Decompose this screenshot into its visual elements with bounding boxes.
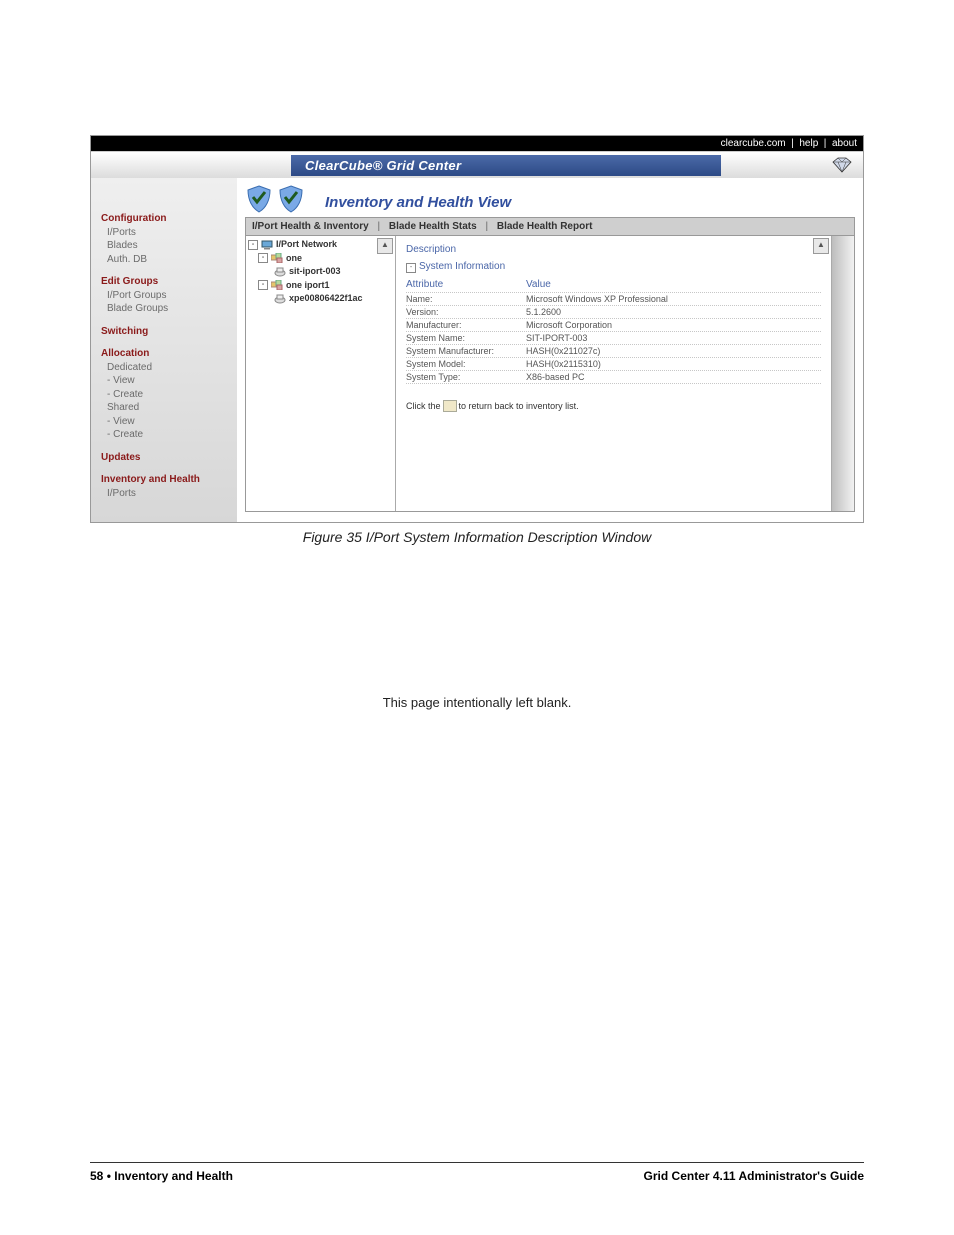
tree-node-xpe[interactable]: xpe00806422f1ac xyxy=(248,292,393,306)
link-help[interactable]: help xyxy=(799,138,818,149)
tree-label: sit-iport-003 xyxy=(289,265,341,279)
attr-cell: System Name: xyxy=(406,333,526,343)
brand-title: ClearCube® Grid Center xyxy=(291,155,721,176)
page-footer: 58 • Inventory and Health Grid Center 4.… xyxy=(90,1162,864,1183)
shield-check-icon xyxy=(277,184,305,214)
attr-cell: Version: xyxy=(406,307,526,317)
nav-item-dedicated[interactable]: Dedicated xyxy=(101,361,231,375)
tree-label: xpe00806422f1ac xyxy=(289,292,363,306)
nav-head-editgroups[interactable]: Edit Groups xyxy=(101,275,231,289)
expander-icon[interactable]: - xyxy=(248,240,258,250)
expander-icon[interactable]: - xyxy=(258,280,268,290)
tab-blade-stats[interactable]: Blade Health Stats xyxy=(389,221,477,232)
attr-cell: Name: xyxy=(406,294,526,304)
val-cell: X86-based PC xyxy=(526,372,821,382)
app-frame: clearcube.com | help | about ClearCube® … xyxy=(90,135,864,523)
tab-separator: | xyxy=(479,221,494,232)
tree-panel: ▲ - I/Port Network - one xyxy=(246,236,396,511)
val-cell: HASH(0x211027c) xyxy=(526,346,821,356)
link-clearcube[interactable]: clearcube.com xyxy=(721,138,786,149)
nav-item-iports[interactable]: I/Ports xyxy=(101,226,231,240)
nav-item-iportgroups[interactable]: I/Port Groups xyxy=(101,289,231,303)
device-icon xyxy=(274,294,286,304)
view-title: Inventory and Health View xyxy=(325,194,855,211)
scroll-up-button[interactable]: ▲ xyxy=(813,238,829,254)
attr-cell: System Model: xyxy=(406,359,526,369)
detail-title: Description xyxy=(406,244,821,257)
expander-icon[interactable]: - xyxy=(258,253,268,263)
nav-item-dedicated-create[interactable]: - Create xyxy=(101,388,231,402)
shield-check-icon xyxy=(245,184,273,214)
nav-item-shared[interactable]: Shared xyxy=(101,401,231,415)
nav-head-configuration[interactable]: Configuration xyxy=(101,212,231,226)
tree-label: one iport1 xyxy=(286,279,330,293)
brandbar: ClearCube® Grid Center xyxy=(91,152,863,178)
attr-cell: System Type: xyxy=(406,372,526,382)
return-icon[interactable] xyxy=(443,400,457,412)
val-cell: 5.1.2600 xyxy=(526,307,821,317)
nav-item-blades[interactable]: Blades xyxy=(101,239,231,253)
collapse-icon[interactable]: - xyxy=(406,263,416,273)
col-value: Value xyxy=(526,279,821,290)
topbar: clearcube.com | help | about xyxy=(91,136,863,152)
detail-panel: ▲ Description -System Information Attrib… xyxy=(396,236,831,511)
val-cell: SIT-IPORT-003 xyxy=(526,333,821,343)
scroll-up-button[interactable]: ▲ xyxy=(377,238,393,254)
tree-root[interactable]: - I/Port Network xyxy=(248,238,393,252)
nav-item-bladegroups[interactable]: Blade Groups xyxy=(101,302,231,316)
right-scrollbar-region[interactable] xyxy=(831,236,854,511)
nav-item-shared-view[interactable]: - View xyxy=(101,415,231,429)
tree-label: I/Port Network xyxy=(276,238,337,252)
link-about[interactable]: about xyxy=(832,138,857,149)
panels: ▲ - I/Port Network - one xyxy=(245,235,855,512)
tree-node-one-iport1[interactable]: - one iport1 xyxy=(248,279,393,293)
val-cell: Microsoft Windows XP Professional xyxy=(526,294,821,304)
tab-blade-report[interactable]: Blade Health Report xyxy=(497,221,593,232)
footer-section: Inventory and Health xyxy=(114,1169,233,1183)
sidebar: Configuration I/Ports Blades Auth. DB Ed… xyxy=(91,178,237,522)
nav-item-authdb[interactable]: Auth. DB xyxy=(101,253,231,267)
footer-doc-title: Grid Center 4.11 Administrator's Guide xyxy=(644,1169,864,1183)
attr-cell: Manufacturer: xyxy=(406,320,526,330)
tree-label: one xyxy=(286,252,302,266)
group-icon xyxy=(271,280,283,290)
nav-head-updates[interactable]: Updates xyxy=(101,451,231,465)
logo-icon xyxy=(831,157,853,173)
nav-head-inventory[interactable]: Inventory and Health xyxy=(101,473,231,487)
main-panel: Inventory and Health View I/Port Health … xyxy=(237,178,863,522)
blank-page-text: This page intentionally left blank. xyxy=(90,695,864,710)
nav-item-dedicated-view[interactable]: - View xyxy=(101,374,231,388)
attr-cell: System Manufacturer: xyxy=(406,346,526,356)
group-icon xyxy=(271,253,283,263)
tab-separator: | xyxy=(371,221,386,232)
network-icon xyxy=(261,240,273,250)
tree-node-one[interactable]: - one xyxy=(248,252,393,266)
detail-subtitle[interactable]: -System Information xyxy=(406,257,821,277)
instruction-text: Click the to return back to inventory li… xyxy=(406,400,821,412)
nav-item-shared-create[interactable]: - Create xyxy=(101,428,231,442)
tabstrip: I/Port Health & Inventory | Blade Health… xyxy=(245,217,855,235)
nav-head-allocation[interactable]: Allocation xyxy=(101,347,231,361)
col-attribute: Attribute xyxy=(406,279,526,290)
nav-head-switching[interactable]: Switching xyxy=(101,325,231,339)
tab-iport-health[interactable]: I/Port Health & Inventory xyxy=(252,221,369,232)
device-icon xyxy=(274,267,286,277)
footer-sep: • xyxy=(103,1169,114,1183)
nav-item-inv-iports[interactable]: I/Ports xyxy=(101,487,231,501)
figure-caption: Figure 35 I/Port System Information Desc… xyxy=(90,529,864,545)
val-cell: Microsoft Corporation xyxy=(526,320,821,330)
val-cell: HASH(0x2115310) xyxy=(526,359,821,369)
tree-node-sit-iport[interactable]: sit-iport-003 xyxy=(248,265,393,279)
page-number: 58 xyxy=(90,1169,103,1183)
